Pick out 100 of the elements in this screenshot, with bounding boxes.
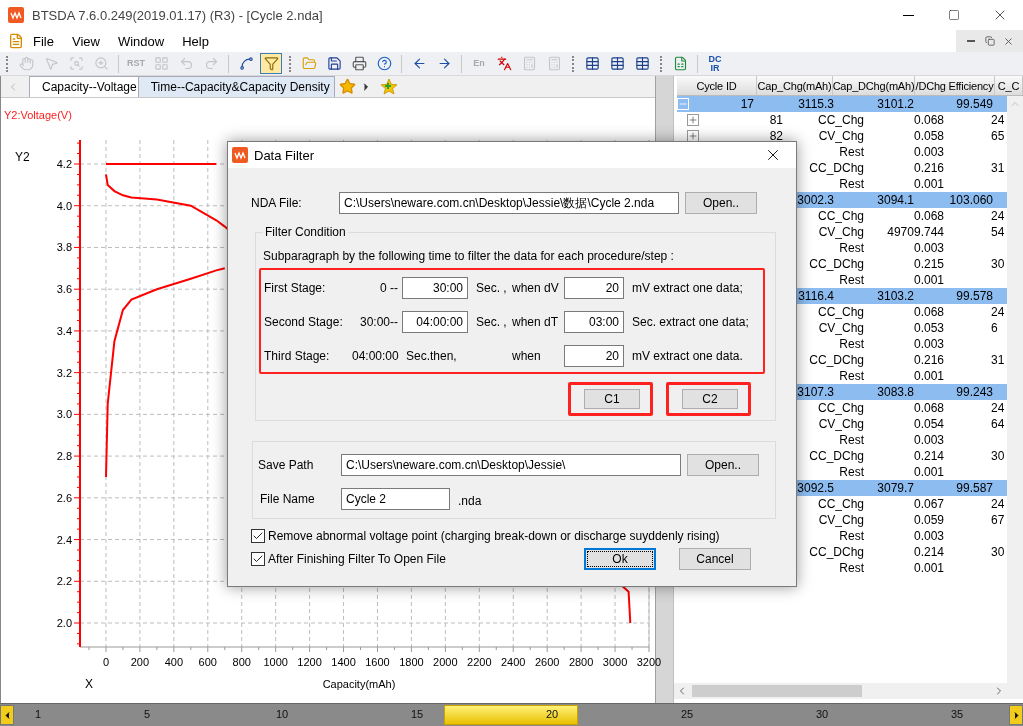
stage-label: Second Stage: (264, 315, 344, 329)
preset-button[interactable]: C2 (682, 389, 738, 409)
horizontal-scrollbar[interactable] (674, 683, 1023, 699)
menu-item[interactable]: View (62, 33, 109, 49)
toolbar-button[interactable]: DC IR (704, 53, 726, 74)
y-axis-title: Y2:Voltage(V) (4, 109, 72, 121)
tick-label: 2400 (501, 656, 526, 668)
input-field[interactable]: Cycle 2 (341, 488, 450, 510)
menu-item[interactable]: Window (108, 33, 174, 49)
input-field[interactable]: C:\Users\neware.com.cn\Desktop\Jessie\ (341, 454, 681, 476)
tick-label: 2.4 (56, 533, 72, 546)
table-cell-text: 0.001 (912, 369, 944, 383)
tick-label: 1600 (365, 656, 390, 668)
timeline-bar[interactable]: 1 5 10 15 20 25 30 35 (0, 703, 1023, 726)
input-field[interactable]: 20 (564, 277, 624, 299)
table-cell-text: Rest (838, 561, 864, 575)
expand-icon[interactable] (687, 130, 699, 142)
tick-label: 3200 (636, 656, 662, 668)
table-cell-text: CV_Chg (817, 321, 864, 335)
input-field[interactable]: C:\Users\neware.com.cn\Desktop\Jessie\数据\Cycle 2.nda (339, 192, 679, 214)
table-cell-text: 0.001 (912, 273, 944, 287)
checkbox[interactable] (251, 552, 265, 566)
column-header[interactable]: C_C (995, 76, 1023, 95)
timeline-label: 5 (143, 708, 151, 720)
window-title: BTSDA 7.6.0.249(2019.01.17) (R3) - [Cycle 2.nda] (32, 7, 324, 23)
scroll-thumb[interactable] (692, 685, 862, 697)
input-field[interactable]: 04:00:00 (402, 311, 468, 333)
table-cell-text: Rest (838, 465, 864, 479)
minimize-icon (902, 14, 914, 16)
checkbox-label: Remove abnormal voltage point (charging break-down or discharge suyddenly rising) (268, 528, 720, 543)
tick-label: 2600 (534, 656, 560, 668)
table-cell-text: CV_Chg (817, 129, 864, 143)
condition-label: when dT (512, 315, 560, 329)
app-logo-icon (8, 7, 24, 23)
maximize-icon (948, 9, 960, 21)
stage-label: First Stage: (264, 281, 327, 295)
tick-label: 3000 (602, 656, 628, 668)
stage-start: 30:00-- (358, 315, 399, 329)
tick-label: 0 (102, 656, 110, 668)
field-label: File Name (259, 492, 316, 506)
range-thumb[interactable] (444, 705, 578, 725)
tick-label: 3.0 (56, 408, 72, 421)
table-cell-text: CC_DChg (808, 449, 864, 463)
menu-item[interactable]: Help (173, 33, 218, 49)
star-icon[interactable] (338, 78, 356, 95)
table-cell-text: 0.216 (912, 161, 944, 175)
collapse-icon[interactable] (677, 98, 689, 110)
vertical-scrollbar[interactable] (1007, 96, 1023, 683)
table-cell-text: 0.214 (912, 449, 944, 463)
table-cell-text: CC_Chg (816, 209, 864, 223)
field-label: NDA File: (251, 196, 303, 210)
table-cell-text: CC_DChg (808, 161, 864, 175)
table-cell-text: CV_Chg (817, 225, 864, 239)
table-cell-text: 103.060 (948, 193, 993, 207)
cancel-button[interactable]: Cancel (679, 548, 751, 570)
timeline-label: 1 (34, 708, 42, 720)
table-cell-text: CV_Chg (817, 417, 864, 431)
stage-label: Third Stage: (264, 349, 331, 363)
column-header[interactable]: Cap_DChg(mAh) (833, 76, 915, 95)
column-header[interactable]: Cycle ID (677, 76, 757, 95)
input-field[interactable]: 30:00 (402, 277, 468, 299)
open-button[interactable]: Open.. (685, 192, 757, 214)
x-axis-title: Capacity(mAh) (322, 678, 396, 690)
column-header[interactable]: /DChg Efficiency (915, 76, 995, 95)
table-cell-text: 3107.3 (796, 385, 834, 399)
timeline-left-button[interactable] (0, 705, 14, 725)
column-header[interactable]: Cap_Chg(mAh) (757, 76, 833, 95)
input-field[interactable]: 03:00 (564, 311, 624, 333)
table-cell-text: CC_DChg (808, 545, 864, 559)
close-icon (1003, 35, 1014, 47)
timeline-label: 35 (950, 708, 964, 720)
ok-button[interactable]: Ok (584, 548, 656, 570)
table-cell-text: 81 (768, 113, 783, 127)
table-cell-text: 3116.4 (797, 289, 834, 303)
menu-item[interactable]: File (24, 33, 63, 49)
tick-label: 200 (130, 656, 150, 668)
table-cell-text: 30 (991, 449, 1006, 463)
cycle-row[interactable]: 17 3115.3 3101.2 99.549 (677, 96, 1007, 112)
timeline-right-button[interactable] (1009, 705, 1023, 725)
stage-start: 0 -- (379, 281, 399, 295)
tick-label: 400 (164, 656, 183, 668)
expand-icon[interactable] (687, 114, 699, 126)
table-cell-text: 24 (991, 305, 1006, 319)
preset-button[interactable]: C1 (584, 389, 640, 409)
add-star-icon[interactable] (379, 77, 398, 96)
unit-label: Sec. , (475, 281, 508, 295)
table-cell-text: CC_Chg (816, 401, 864, 415)
tick-label: 2.8 (56, 450, 72, 463)
table-cell-text: 99.587 (955, 481, 993, 495)
tick-label: 1800 (399, 656, 424, 668)
table-cell-text: 3101.2 (876, 97, 914, 111)
table-cell-text: 31 (991, 161, 1006, 175)
tab[interactable]: Time--Capacity&Capacity Density (137, 76, 335, 97)
open-button[interactable]: Open.. (687, 454, 759, 476)
checkbox[interactable] (251, 528, 265, 543)
table-cell-text: 6 (991, 321, 999, 335)
table-cell-text: 24 (991, 401, 1006, 415)
table-cell-text: CC_Chg (816, 497, 864, 511)
restore-icon (984, 36, 995, 46)
input-field[interactable]: 20 (564, 345, 624, 367)
